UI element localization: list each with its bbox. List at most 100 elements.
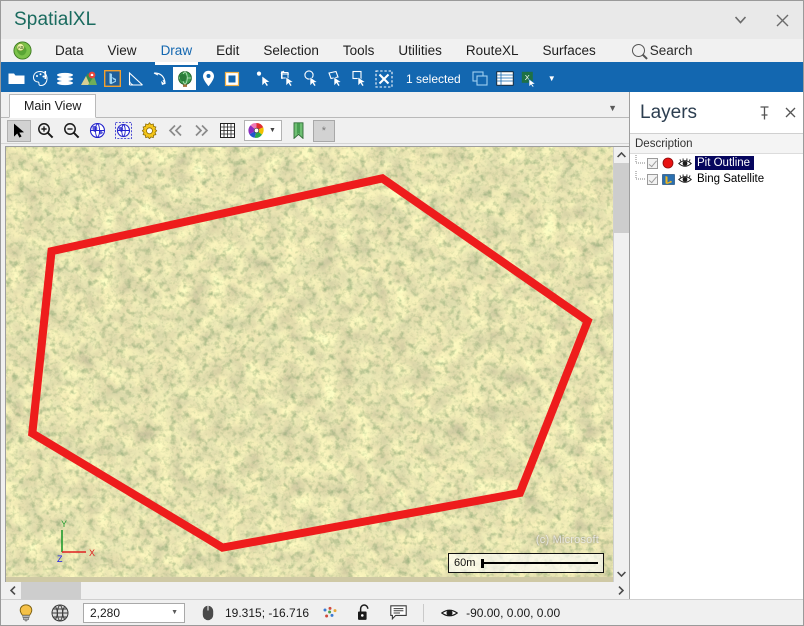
bookmark-flag-tool[interactable] bbox=[287, 120, 311, 142]
palette-icon[interactable] bbox=[29, 67, 52, 90]
zoom-in-icon bbox=[37, 123, 53, 139]
tree-connector bbox=[633, 171, 647, 187]
menu-item-utilities[interactable]: Utilities bbox=[386, 39, 454, 62]
layer-name-label: Bing Satellite bbox=[697, 173, 765, 185]
axis-orientation-indicator: Y X Z bbox=[52, 518, 98, 564]
scroll-track-vertical[interactable] bbox=[614, 163, 629, 566]
color-picker-dropdown[interactable]: ▼ bbox=[244, 120, 282, 141]
layers-column-header: Description bbox=[630, 134, 803, 154]
select-rectangle-icon[interactable] bbox=[276, 67, 299, 90]
titlebar-menu-button[interactable] bbox=[719, 5, 761, 35]
scroll-track-horizontal[interactable] bbox=[21, 582, 613, 599]
layer-row-pit-outline[interactable]: Pit Outline bbox=[630, 155, 803, 171]
zoom-out-icon bbox=[63, 123, 79, 139]
menu-label: RouteXL bbox=[465, 43, 519, 58]
zoom-in-tool[interactable] bbox=[33, 120, 57, 142]
scroll-up-button[interactable] bbox=[614, 147, 629, 163]
export-excel-icon[interactable]: X bbox=[518, 67, 541, 90]
menu-item-routexl[interactable]: RouteXL bbox=[454, 39, 531, 62]
scroll-thumb-horizontal[interactable] bbox=[21, 582, 81, 599]
menu-item-data[interactable]: Data bbox=[43, 39, 96, 62]
menu-item-surfaces[interactable]: Surfaces bbox=[530, 39, 607, 62]
map-view[interactable]: Y X Z (c) Microsoft 60m bbox=[6, 147, 613, 582]
menu-search-box[interactable]: Search bbox=[608, 39, 693, 62]
clear-selection-icon[interactable] bbox=[372, 67, 395, 90]
axis-label-y: Y bbox=[61, 519, 67, 529]
measure-curve-icon[interactable] bbox=[149, 67, 172, 90]
scroll-down-button[interactable] bbox=[614, 566, 629, 582]
chevron-down-icon bbox=[734, 16, 746, 24]
lightbulb-icon[interactable] bbox=[9, 602, 43, 624]
layers-stack-icon[interactable] bbox=[53, 67, 76, 90]
scroll-thumb-vertical[interactable] bbox=[614, 163, 629, 233]
map-vertical-scrollbar[interactable] bbox=[613, 147, 629, 582]
menu-label: View bbox=[107, 43, 137, 58]
menu-label: Draw bbox=[160, 43, 193, 58]
chevron-down-icon[interactable]: ▼ bbox=[171, 609, 178, 616]
title-bar-buttons bbox=[719, 1, 803, 39]
bing-raster-symbol-icon bbox=[661, 172, 675, 186]
select-polygon-icon[interactable] bbox=[324, 67, 347, 90]
menu-item-tools[interactable]: Tools bbox=[331, 39, 387, 62]
layers-list: Pit Outline Bing Satellite bbox=[630, 154, 803, 599]
zoom-level-combobox[interactable]: 2,280 ▼ bbox=[83, 602, 185, 623]
pin-panel-button[interactable] bbox=[751, 100, 777, 126]
layer-visibility-toggle-bing-satellite[interactable] bbox=[677, 172, 692, 186]
status-bar-divider bbox=[423, 603, 425, 622]
grid-toggle-tool[interactable] bbox=[215, 120, 239, 142]
layer-checkbox-bing-satellite[interactable] bbox=[647, 173, 658, 185]
layer-checkbox-pit-outline[interactable] bbox=[647, 157, 658, 169]
step-back-tool[interactable] bbox=[163, 120, 187, 142]
measure-angle-icon[interactable] bbox=[125, 67, 148, 90]
layer-row-bing-satellite[interactable]: Bing Satellite bbox=[630, 171, 803, 187]
close-panel-button[interactable] bbox=[777, 100, 803, 126]
map-view-toolbar: ▼ * bbox=[1, 118, 629, 144]
select-circle-icon[interactable] bbox=[300, 67, 323, 90]
axis-label-x: X bbox=[89, 548, 95, 558]
scatter-points-icon[interactable] bbox=[313, 602, 347, 624]
title-bar: SpatialXL bbox=[1, 1, 803, 39]
map-horizontal-scrollbar[interactable] bbox=[5, 582, 629, 599]
google-maps-pin-icon[interactable] bbox=[77, 67, 100, 90]
document-pane: Main View ▼ ▼ * Y X Z (c) Microsoft 60m bbox=[1, 92, 629, 599]
wireframe-globe-icon[interactable] bbox=[43, 602, 77, 624]
menu-item-edit[interactable]: Edit bbox=[204, 39, 251, 62]
spatialxl-globe-logo-icon[interactable]: AB bbox=[1, 39, 43, 62]
menu-item-draw[interactable]: Draw bbox=[149, 39, 205, 65]
menu-item-view[interactable]: View bbox=[96, 39, 149, 62]
location-pin-icon[interactable] bbox=[197, 67, 220, 90]
scroll-right-button[interactable] bbox=[613, 582, 629, 599]
tab-main-view[interactable]: Main View bbox=[9, 94, 97, 118]
unlocked-padlock-icon[interactable] bbox=[347, 602, 381, 624]
favourite-star-tool[interactable]: * bbox=[312, 119, 335, 142]
map-attribution-watermark: (c) Microsoft bbox=[535, 534, 599, 546]
bing-maps-icon[interactable] bbox=[101, 67, 124, 90]
message-balloon-icon[interactable] bbox=[381, 602, 415, 624]
bookmark-flag-icon bbox=[293, 122, 304, 139]
view-settings-tool[interactable] bbox=[137, 120, 161, 142]
status-bar: 2,280 ▼ 19.315; -16.716 -90.00, 0.00, 0.… bbox=[1, 599, 803, 625]
document-tab-strip: Main View ▼ bbox=[1, 92, 629, 118]
titlebar-close-button[interactable] bbox=[761, 5, 803, 35]
eye-view-icon[interactable] bbox=[432, 602, 466, 624]
zoom-level-value: 2,280 bbox=[90, 605, 121, 620]
copy-selection-icon[interactable] bbox=[470, 67, 493, 90]
select-box-icon[interactable] bbox=[348, 67, 371, 90]
zoom-extents-tool[interactable] bbox=[85, 120, 109, 142]
globe-rotate-icon[interactable] bbox=[173, 67, 196, 90]
zoom-selected-tool[interactable] bbox=[111, 120, 135, 142]
scroll-left-button[interactable] bbox=[5, 582, 21, 599]
toolbar-overflow-button[interactable]: ▼ bbox=[542, 74, 562, 83]
tab-overflow-button[interactable]: ▼ bbox=[608, 103, 617, 113]
zoom-out-tool[interactable] bbox=[59, 120, 83, 142]
close-icon bbox=[776, 14, 788, 26]
step-forward-tool[interactable] bbox=[189, 120, 213, 142]
table-view-icon[interactable] bbox=[494, 67, 517, 90]
note-annotation-icon[interactable] bbox=[221, 67, 244, 90]
cursor-coordinates-label: 19.315; -16.716 bbox=[225, 605, 310, 620]
select-point-icon[interactable] bbox=[252, 67, 275, 90]
open-folder-icon[interactable] bbox=[5, 67, 28, 90]
menu-item-selection[interactable]: Selection bbox=[251, 39, 331, 62]
layer-visibility-toggle-pit-outline[interactable] bbox=[677, 156, 692, 170]
pointer-select-tool[interactable] bbox=[7, 119, 31, 142]
